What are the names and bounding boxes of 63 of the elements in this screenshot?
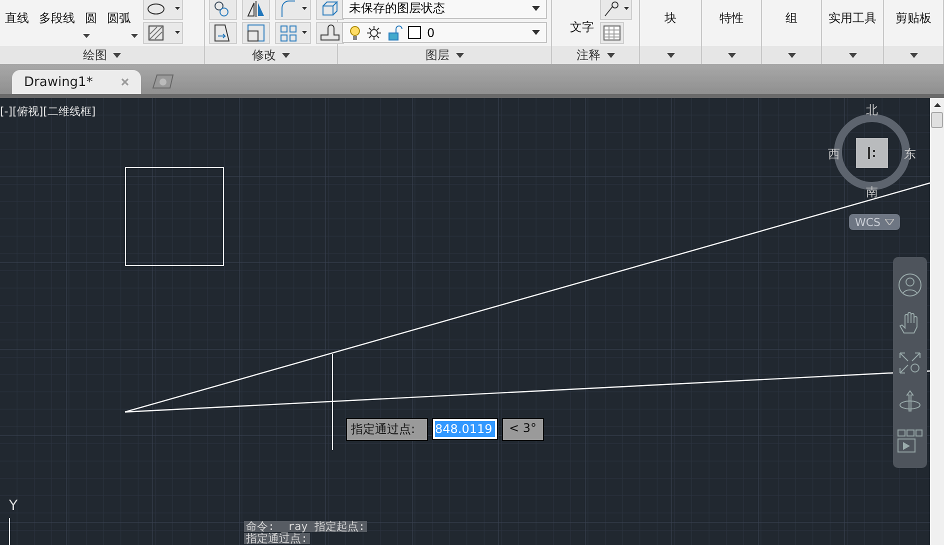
- viewcube-face[interactable]: [856, 138, 888, 168]
- showmotion-icon[interactable]: [897, 428, 923, 454]
- ucs-axis-line: [9, 518, 10, 545]
- caret-icon[interactable]: [282, 52, 290, 58]
- caret-icon[interactable]: [728, 52, 736, 58]
- scale-icon[interactable]: [209, 0, 237, 20]
- scroll-up-icon[interactable]: [934, 103, 940, 107]
- explode-icon[interactable]: [316, 22, 344, 44]
- ribbon-button[interactable]: 实用工具: [828, 2, 876, 27]
- panel-title[interactable]: 修改: [252, 46, 276, 64]
- steering-wheel-icon[interactable]: [897, 272, 923, 298]
- viewport-label[interactable]: [-][俯视][二维线框]: [0, 104, 96, 119]
- ribbon-button[interactable]: 剪贴板: [896, 2, 932, 27]
- compass-label[interactable]: 东: [904, 146, 916, 163]
- zoom-icon[interactable]: [897, 350, 923, 376]
- file-tab[interactable]: Drawing1*: [12, 70, 141, 94]
- caret-icon[interactable]: [910, 52, 918, 58]
- unlock-icon: [387, 24, 403, 40]
- panel-title[interactable]: 图层: [426, 46, 450, 64]
- caret-icon[interactable]: [83, 34, 90, 38]
- ribbon-button[interactable]: 文字: [568, 0, 596, 44]
- caret-icon[interactable]: [532, 30, 540, 35]
- new-tab-icon[interactable]: [150, 73, 175, 89]
- compass-label[interactable]: 西: [828, 146, 840, 163]
- ribbon-button[interactable]: 特性: [720, 2, 744, 27]
- vertical-scrollbar[interactable]: [930, 98, 944, 545]
- cube-icon[interactable]: [316, 0, 344, 20]
- caret-icon[interactable]: [788, 52, 796, 58]
- hatch-icon[interactable]: [143, 22, 183, 44]
- compass-label[interactable]: 北: [866, 102, 878, 119]
- fillet-icon[interactable]: [275, 0, 311, 20]
- caret-icon[interactable]: [131, 34, 138, 38]
- angle-tooltip: < 3°: [502, 418, 544, 441]
- layer-state-dropdown[interactable]: 未保存的图层状态: [342, 0, 547, 19]
- stretch-icon[interactable]: [209, 22, 237, 44]
- table-icon[interactable]: [600, 22, 624, 44]
- layer-dropdown[interactable]: 0: [342, 22, 547, 43]
- ribbon-button[interactable]: 块: [664, 2, 676, 27]
- ribbon-button[interactable]: 多段线: [37, 2, 77, 29]
- offset-icon[interactable]: [242, 22, 270, 44]
- drawing-canvas[interactable]: [-][俯视][二维线框] 北 西 东 南 WCS 指定通过点: 848.0119 < 3° Y 命令: _ray 指定起点: 指定通过点:: [0, 98, 930, 545]
- panel-title[interactable]: 绘图: [83, 46, 107, 64]
- sun-icon: [366, 24, 382, 40]
- array-icon[interactable]: [275, 22, 311, 44]
- caret-icon[interactable]: [666, 52, 674, 58]
- orbit-icon[interactable]: [897, 388, 923, 414]
- ribbon-button[interactable]: 圆: [83, 2, 99, 29]
- caret-icon[interactable]: [532, 6, 540, 11]
- ribbon-button[interactable]: 组: [786, 2, 798, 27]
- dynamic-input-prompt: 指定通过点:: [346, 418, 428, 441]
- caret-icon[interactable]: [113, 52, 121, 58]
- mirror-icon[interactable]: [242, 0, 270, 20]
- caret-icon[interactable]: [606, 52, 614, 58]
- caret-icon[interactable]: [456, 52, 464, 58]
- scrollbar-thumb[interactable]: [931, 112, 943, 128]
- color-swatch-icon: [408, 26, 421, 39]
- leader-icon[interactable]: [600, 0, 632, 20]
- ribbon-button[interactable]: 圆弧: [105, 2, 133, 29]
- ucs-axis-label: Y: [9, 498, 18, 514]
- compass-label[interactable]: 南: [866, 184, 878, 201]
- lightbulb-icon: [349, 24, 361, 40]
- ribbon-button[interactable]: 直线: [3, 2, 31, 29]
- caret-icon[interactable]: [848, 52, 856, 58]
